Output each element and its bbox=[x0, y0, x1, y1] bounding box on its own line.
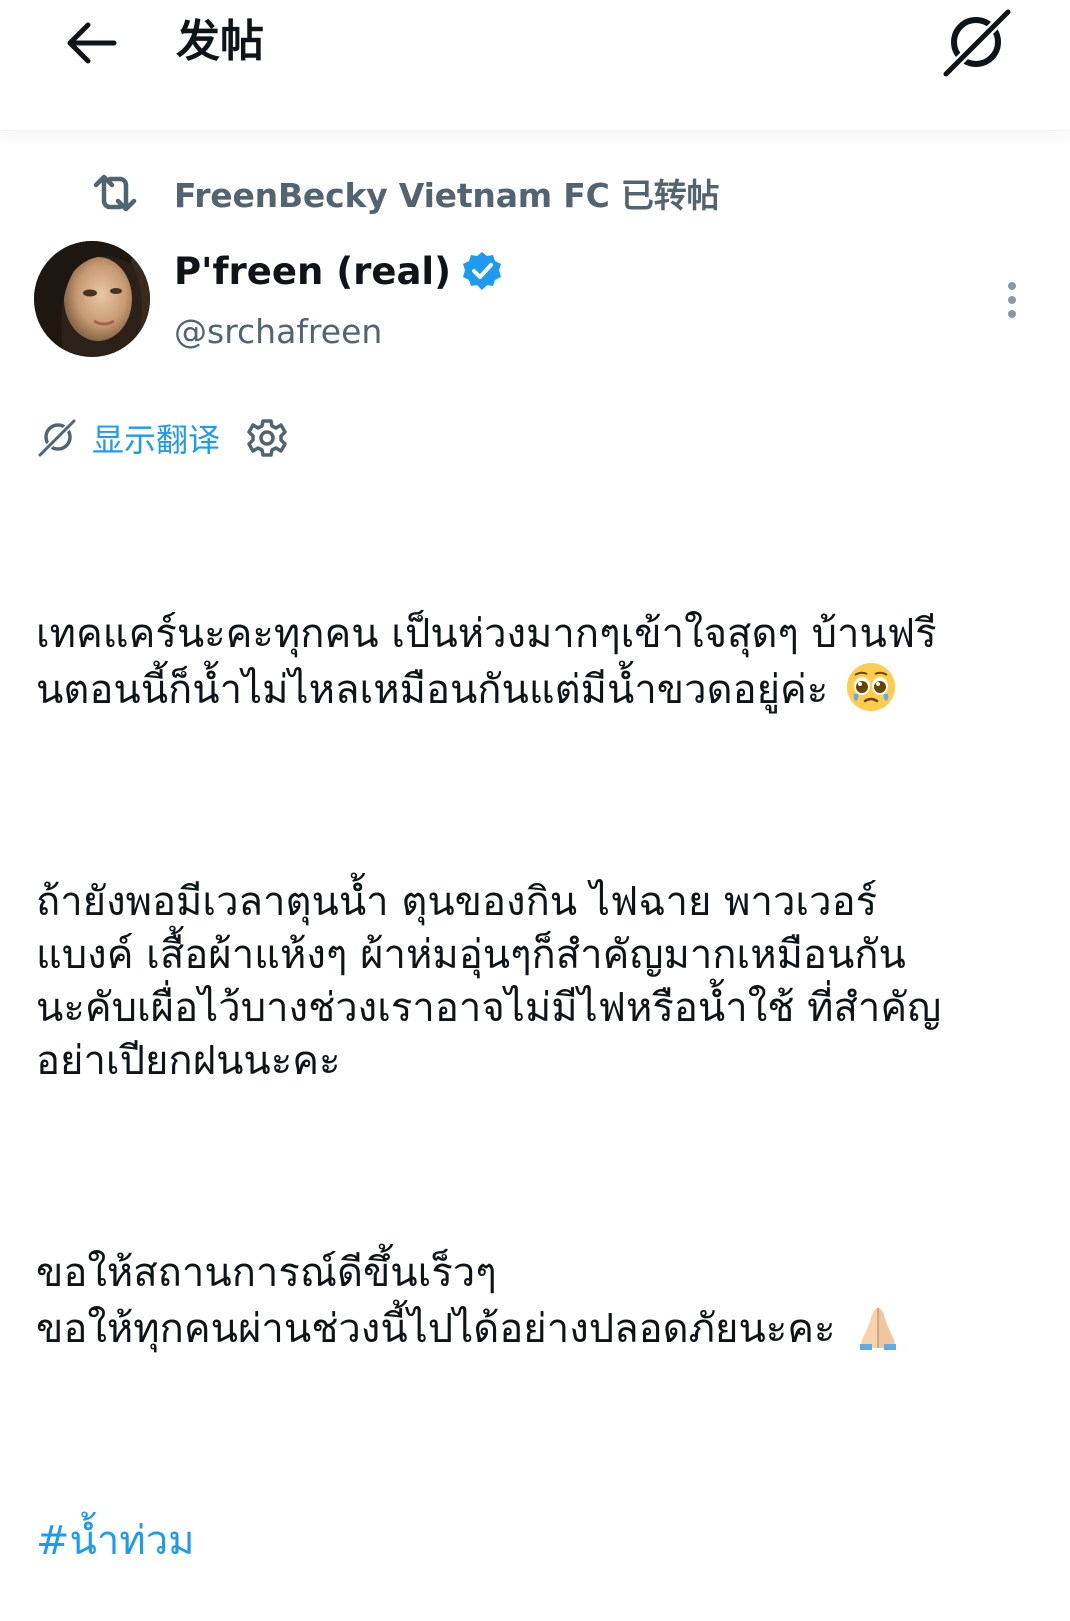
tweet-line: นะคับเผื่อไว้บางช่วงเราอาจไม่มีไฟหรือน้ำ… bbox=[36, 985, 942, 1031]
verified-badge-icon bbox=[463, 252, 502, 290]
repost-text: FreenBecky Vietnam FC 已转帖 bbox=[174, 176, 720, 215]
author-name: P'freen (real) bbox=[174, 249, 452, 293]
folded-hands-emoji bbox=[860, 1308, 897, 1350]
tweet-line: อย่าเปียกฝนนะคะ bbox=[36, 1038, 341, 1084]
repost-icon bbox=[93, 174, 137, 212]
more-vertical-icon bbox=[1008, 282, 1016, 318]
avatar[interactable] bbox=[34, 241, 150, 357]
tweet-line: ขอให้ทุกคนผ่านช่วงนี้ไปได้อย่างปลอดภัยนะ… bbox=[36, 1306, 836, 1352]
back-button[interactable] bbox=[62, 18, 122, 68]
author-name-row[interactable]: P'freen (real) bbox=[174, 246, 503, 296]
page-title: 发帖 bbox=[176, 16, 264, 67]
hashtag-link[interactable]: #น้ำท่วม bbox=[36, 1515, 1041, 1568]
tweet-paragraph-1: เทคแคร์นะคะทุกคน เป็นห่วงมากๆเข้าใจสุดๆ … bbox=[36, 608, 1041, 717]
show-translation-link[interactable]: 显示翻译 bbox=[92, 415, 220, 461]
arrow-left-icon bbox=[67, 22, 117, 64]
top-bar: 发帖 bbox=[0, 0, 1070, 131]
tweet-line: ถ้ายังพอมีเวลาตุนน้ำ ตุนของกิน ไฟฉาย พาว… bbox=[36, 879, 878, 925]
tweet-paragraph-3: ขอให้สถานการณ์ดีขึ้นเร็วๆ ขอให้ทุกคนผ่าน… bbox=[36, 1247, 1041, 1356]
gear-icon[interactable] bbox=[246, 417, 288, 459]
tweet-line: นตอนนี้ก็น้ำไม่ไหลเหมือนกันแต่มีน้ำขวดอย… bbox=[36, 667, 829, 713]
more-options-button[interactable] bbox=[996, 280, 1028, 320]
tweet-line: เทคแคร์นะคะทุกคน เป็นห่วงมากๆเข้าใจสุดๆ … bbox=[36, 611, 937, 657]
tweet-line: ขอให้สถานการณ์ดีขึ้นเร็วๆ bbox=[36, 1250, 497, 1296]
translate-icon bbox=[941, 7, 1013, 79]
tweet-text: เทคแคร์นะคะทุกคน เป็นห่วงมากๆเข้าใจสุดๆ … bbox=[36, 502, 1041, 1621]
pleading-face-emoji bbox=[847, 663, 896, 711]
tweet-line: แบงค์ เสื้อผ้าแห้งๆ ผ้าห่มอุ่นๆก็สำคัญมา… bbox=[36, 932, 906, 978]
translate-row: 显示翻译 bbox=[36, 414, 288, 462]
tweet-paragraph-2: ถ้ายังพอมีเวลาตุนน้ำ ตุนของกิน ไฟฉาย พาว… bbox=[36, 876, 1041, 1088]
translate-icon bbox=[37, 418, 77, 458]
author-handle[interactable]: @srchafreen bbox=[174, 310, 382, 354]
translate-button[interactable] bbox=[938, 4, 1016, 79]
repost-indicator[interactable]: FreenBecky Vietnam FC 已转帖 bbox=[92, 168, 720, 218]
